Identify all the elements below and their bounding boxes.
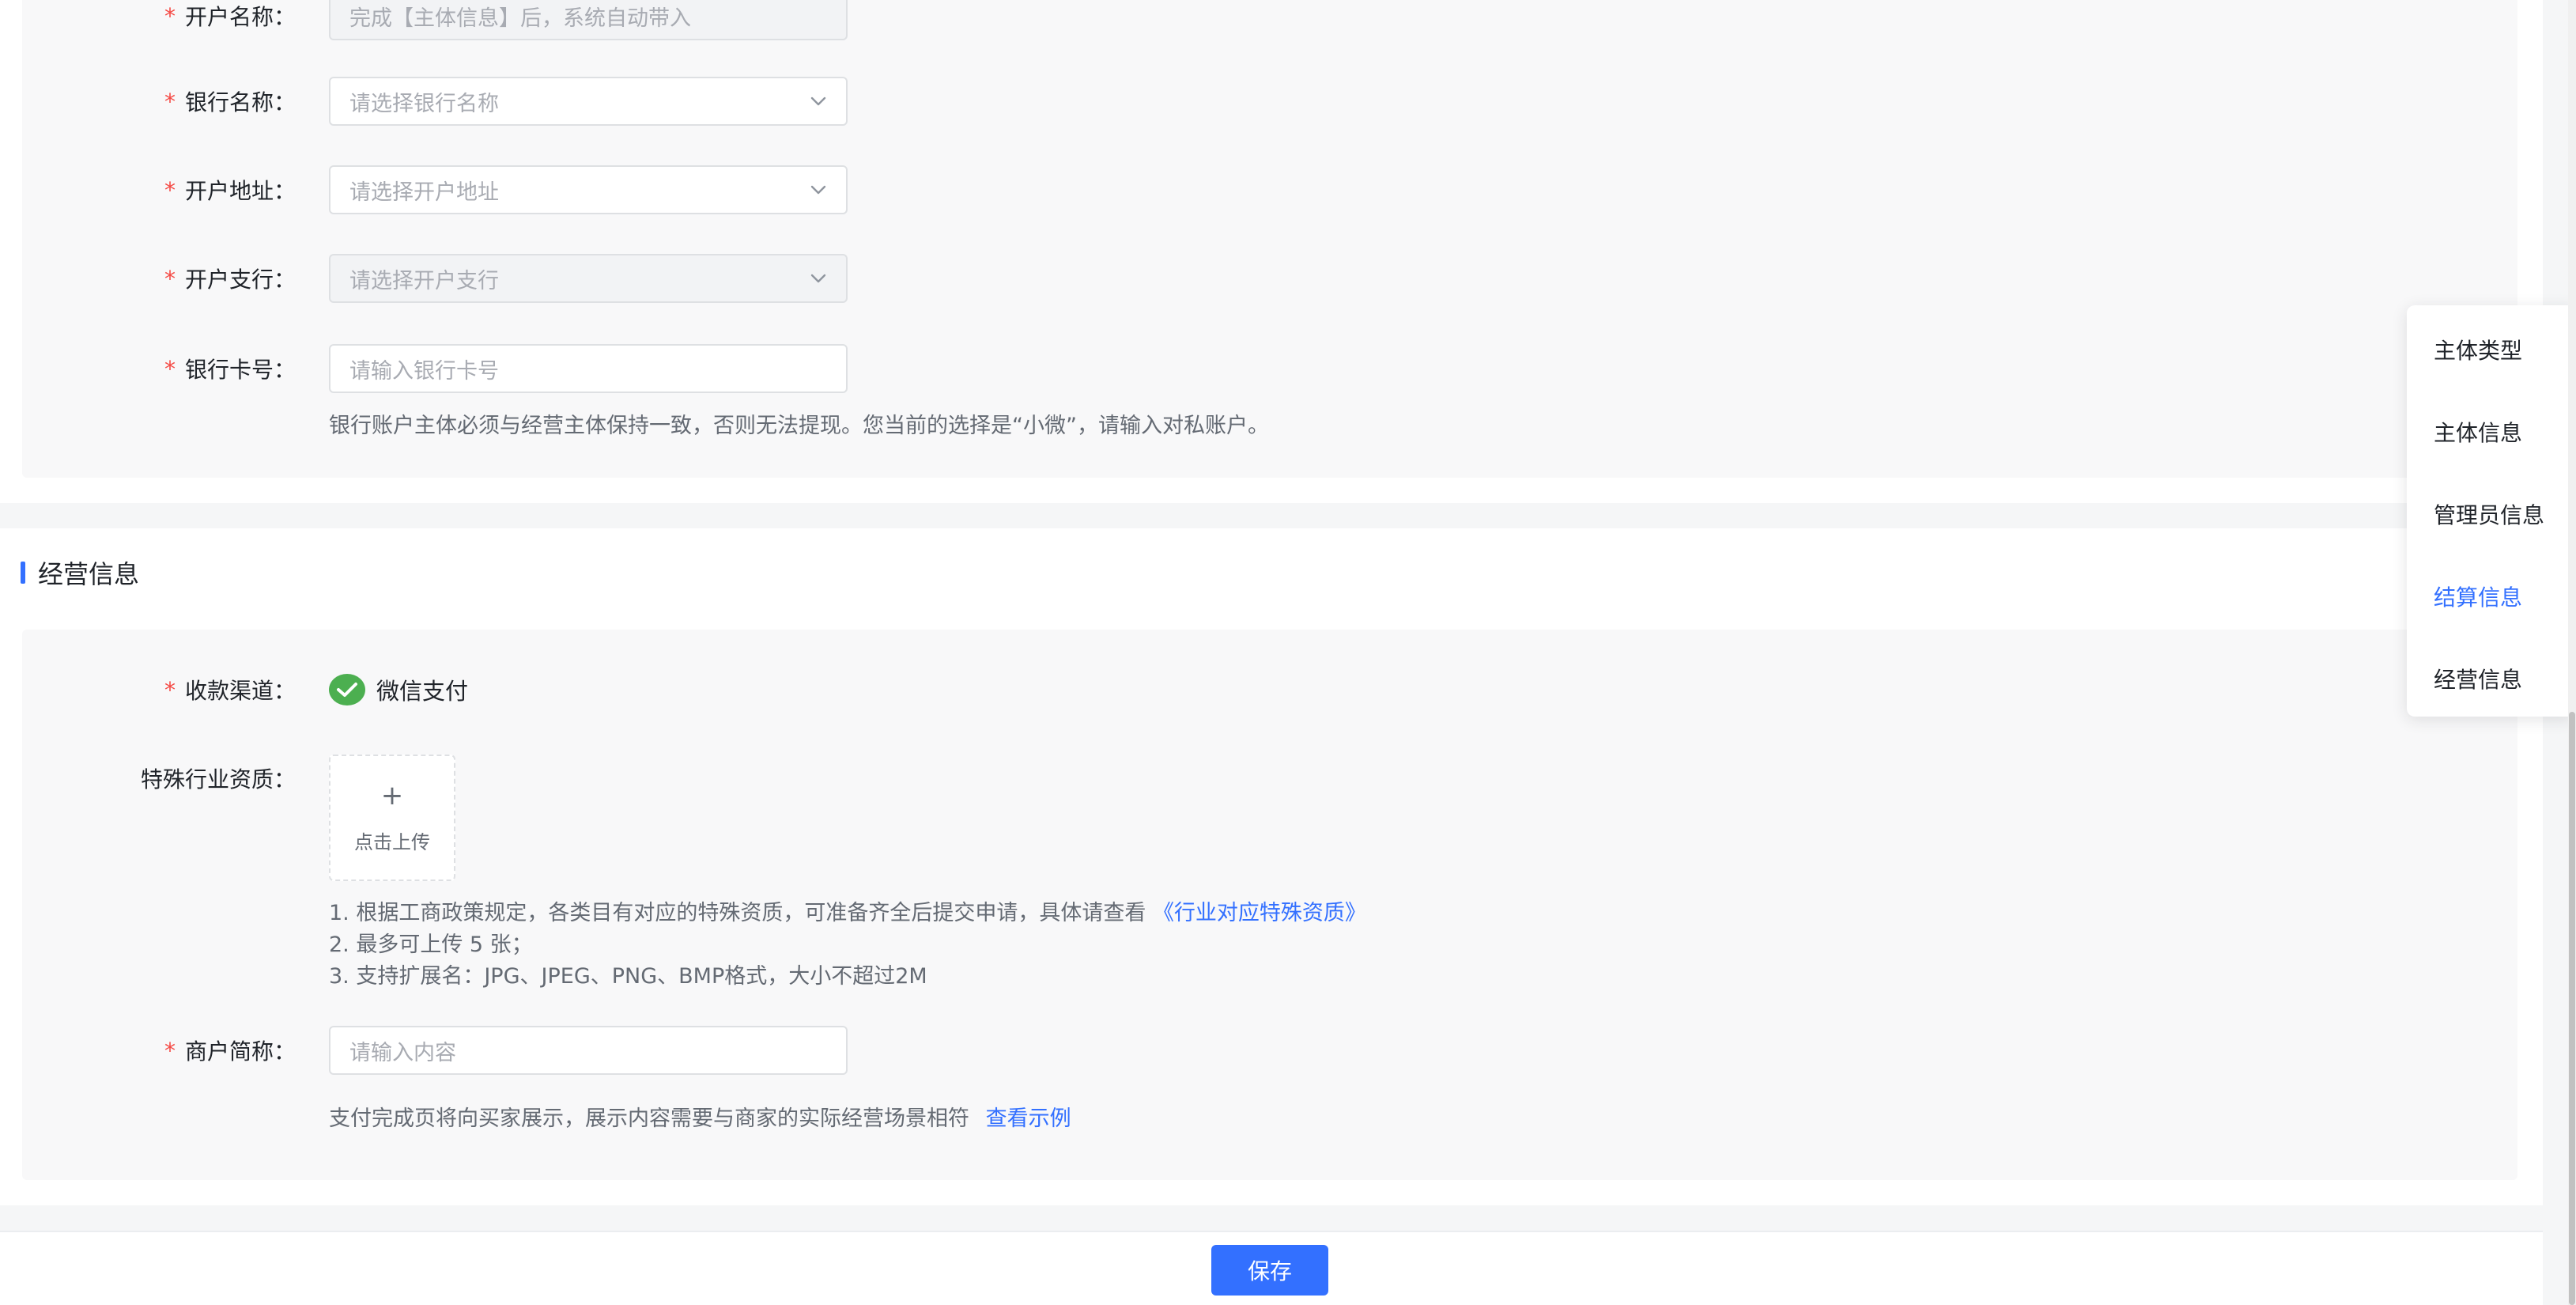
- qualification-hint-1-text: 1. 根据工商政策规定，各类目有对应的特殊资质，可准备齐全后提交申请，具体请查看: [329, 901, 1146, 925]
- account-name-placeholder: 完成【主体信息】后，系统自动带入: [349, 6, 691, 31]
- settlement-form: * 开户名称： 完成【主体信息】后，系统自动带入 * 银行名称： 请选择银行名称: [22, 0, 2517, 478]
- short-name-input[interactable]: 请输入内容: [329, 1026, 848, 1075]
- qualification-hint-2: 2. 最多可上传 5 张；: [329, 932, 533, 957]
- account-name-label: * 开户名称：: [164, 0, 296, 32]
- title-accent-bar: [21, 562, 25, 584]
- bank-branch-row: * 开户支行： 请选择开户支行: [22, 253, 2517, 304]
- account-name-label-text: 开户名称：: [184, 4, 296, 30]
- bank-address-label-text: 开户地址：: [184, 178, 296, 204]
- anchor-item-subject-info[interactable]: 主体信息: [2434, 416, 2522, 448]
- channel-value: 微信支付: [329, 673, 468, 706]
- bank-branch-label-text: 开户支行：: [184, 267, 296, 293]
- anchor-item-subject-type[interactable]: 主体类型: [2434, 334, 2522, 365]
- short-name-row: * 商户简称： 请输入内容: [22, 1025, 2517, 1076]
- short-name-label-text: 商户简称：: [184, 1038, 296, 1065]
- page-viewport: * 开户名称： 完成【主体信息】后，系统自动带入 * 银行名称： 请选择银行名称: [0, 0, 2576, 1305]
- anchor-item-business-info[interactable]: 经营信息: [2434, 663, 2522, 694]
- short-name-label: * 商户简称：: [164, 1035, 296, 1066]
- card-number-row: * 银行卡号： 请输入银行卡号: [22, 343, 2517, 394]
- bank-address-placeholder: 请选择开户地址: [349, 180, 499, 205]
- short-name-hint: 支付完成页将向买家展示，展示内容需要与商家的实际经营场景相符 查看示例: [329, 1101, 1071, 1132]
- required-mark: *: [164, 265, 176, 292]
- required-mark: *: [164, 2, 176, 29]
- business-form: * 收款渠道： 微信支付 特殊行业资质： + 点击上传 1. 根据工商政策规定，…: [22, 630, 2517, 1180]
- bank-address-label: * 开户地址：: [164, 174, 296, 206]
- save-button[interactable]: 保存: [1211, 1245, 1328, 1296]
- scrollbar-thumb[interactable]: [2569, 712, 2575, 1305]
- business-section-title: 经营信息: [21, 555, 139, 590]
- chevron-down-icon: [810, 270, 827, 287]
- anchor-item-admin-info[interactable]: 管理员信息: [2434, 498, 2544, 530]
- required-mark: *: [164, 176, 176, 203]
- channel-label: * 收款渠道：: [164, 674, 296, 705]
- required-mark: *: [164, 88, 176, 115]
- card-number-label-text: 银行卡号：: [184, 357, 296, 383]
- channel-value-text: 微信支付: [376, 678, 469, 705]
- bank-name-select[interactable]: 请选择银行名称: [329, 77, 848, 126]
- bank-branch-select[interactable]: 请选择开户支行: [329, 254, 848, 303]
- short-name-placeholder: 请输入内容: [349, 1040, 456, 1065]
- view-example-link[interactable]: 查看示例: [986, 1106, 1071, 1131]
- card-number-label: * 银行卡号：: [164, 353, 296, 384]
- bank-address-row: * 开户地址： 请选择开户地址: [22, 165, 2517, 215]
- chevron-down-icon: [810, 181, 827, 199]
- anchor-nav: 主体类型 主体信息 管理员信息 结算信息 经营信息: [2407, 305, 2573, 717]
- plus-icon: +: [380, 779, 404, 811]
- bank-address-select[interactable]: 请选择开户地址: [329, 165, 848, 214]
- required-mark: *: [164, 676, 176, 703]
- wechat-pay-icon: [329, 674, 365, 705]
- bank-branch-label: * 开户支行：: [164, 263, 296, 294]
- qualification-label: 特殊行业资质：: [140, 766, 296, 792]
- qualification-hint-1: 1. 根据工商政策规定，各类目有对应的特殊资质，可准备齐全后提交申请，具体请查看…: [329, 895, 1366, 926]
- channel-label-text: 收款渠道：: [184, 678, 296, 704]
- channel-row: * 收款渠道： 微信支付: [22, 664, 2517, 715]
- qualification-doc-link[interactable]: 《行业对应特殊资质》: [1153, 901, 1366, 925]
- chevron-down-icon: [810, 93, 827, 110]
- upload-text: 点击上传: [354, 830, 430, 853]
- anchor-item-settlement-info[interactable]: 结算信息: [2434, 581, 2522, 612]
- required-mark: *: [164, 1037, 176, 1064]
- bank-name-label-text: 银行名称：: [184, 89, 296, 115]
- footer-bar: 保存: [0, 1231, 2543, 1305]
- bank-name-placeholder: 请选择银行名称: [349, 91, 499, 116]
- business-section-title-text: 经营信息: [38, 559, 140, 589]
- account-name-field: 完成【主体信息】后，系统自动带入: [329, 0, 848, 40]
- card-number-input[interactable]: 请输入银行卡号: [329, 344, 848, 393]
- bank-name-label: * 银行名称：: [164, 85, 296, 117]
- card-number-placeholder: 请输入银行卡号: [349, 358, 499, 384]
- bank-name-row: * 银行名称： 请选择银行名称: [22, 76, 2517, 127]
- upload-button[interactable]: + 点击上传: [329, 755, 455, 881]
- required-mark: *: [164, 355, 176, 382]
- settlement-section: * 开户名称： 完成【主体信息】后，系统自动带入 * 银行名称： 请选择银行名称: [0, 0, 2543, 503]
- bank-branch-placeholder: 请选择开户支行: [349, 268, 499, 293]
- qualification-hint-3: 3. 支持扩展名：JPG、JPEG、PNG、BMP格式，大小不超过2M: [329, 964, 927, 989]
- short-name-hint-text: 支付完成页将向买家展示，展示内容需要与商家的实际经营场景相符: [329, 1106, 969, 1131]
- account-name-row: * 开户名称： 完成【主体信息】后，系统自动带入: [22, 0, 2517, 41]
- settlement-hint: 银行账户主体必须与经营主体保持一致，否则无法提现。您当前的选择是“小微”，请输入…: [329, 414, 1269, 438]
